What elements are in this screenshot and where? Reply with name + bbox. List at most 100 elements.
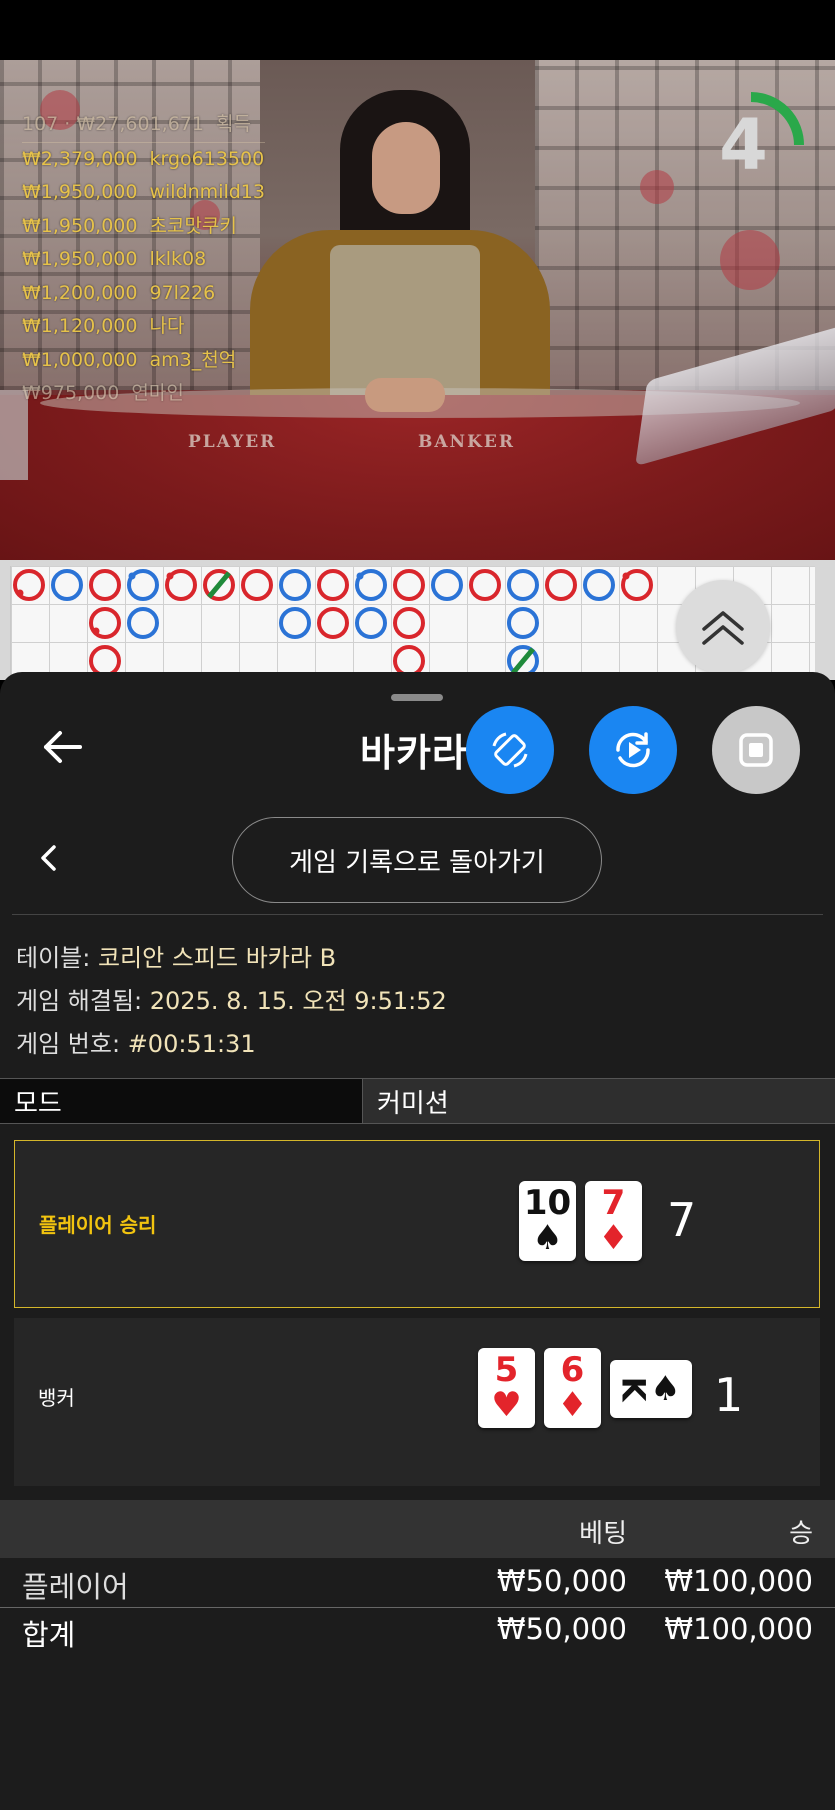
win-amount: ₩2,379,000	[22, 147, 138, 170]
banker-circle	[393, 645, 425, 677]
spade-icon: ♠	[650, 1369, 681, 1409]
username: 초코맛쿠키	[149, 214, 237, 237]
leaderboard-total: 107 · ₩27,601,671	[22, 113, 204, 135]
win-amount: ₩1,000,000	[22, 348, 138, 371]
win-amount: ₩975,000	[22, 382, 120, 404]
win-column-header: 승	[789, 1519, 813, 1549]
replay-button[interactable]	[589, 706, 677, 794]
win-amount: ₩100,000	[664, 1564, 813, 1598]
bet-name: 플레이어	[22, 1570, 129, 1604]
back-arrow-icon[interactable]	[40, 724, 86, 770]
username: am3_천억	[149, 348, 237, 371]
pair-dot	[16, 589, 24, 597]
leaderboard-row: ₩1,200,000 97l226	[22, 277, 265, 311]
resolved-value: 2025. 8. 15. 오전 9:51:52	[149, 987, 447, 1015]
player-circle	[507, 607, 539, 639]
username: 97l226	[149, 281, 216, 304]
banker-total: 1	[714, 1368, 744, 1422]
banker-circle	[393, 569, 425, 601]
table-info: 테이블: 코리안 스피드 바카라 B	[16, 938, 336, 973]
dealer-face	[372, 122, 440, 214]
banker-circle	[469, 569, 501, 601]
win-amount: ₩1,200,000	[22, 281, 138, 304]
sheet-title: 바카라	[360, 731, 468, 775]
felt-banker-label: BANKER	[418, 432, 515, 452]
resolved-info: 게임 해결됨: 2025. 8. 15. 오전 9:51:52	[16, 981, 447, 1016]
banker-circle	[89, 569, 121, 601]
playing-card: 7 ♦	[585, 1181, 642, 1261]
banker-circle	[89, 645, 121, 677]
heart-icon: ♥	[491, 1385, 522, 1425]
tie-slash	[207, 571, 231, 599]
expand-roads-button[interactable]	[676, 580, 770, 674]
mode-bar: 모드 커미션	[0, 1078, 835, 1124]
bet-amount: ₩50,000	[496, 1564, 627, 1598]
leaderboard-row: ₩1,950,000 wildnmild13	[22, 176, 265, 210]
total-label: 합계	[22, 1618, 76, 1652]
rotate-icon	[492, 732, 528, 768]
game-history-sheet: 바카라 게임 기록으로 돌아가기 테이블: 코리안 스피드 바카라 B 게임 해…	[0, 672, 835, 1810]
divider	[12, 914, 823, 915]
tie-slash	[511, 647, 535, 675]
mode-value: 커미션	[362, 1079, 835, 1123]
player-circle	[127, 607, 159, 639]
timer-seconds: 4	[719, 104, 768, 186]
bet-timer: 4	[696, 90, 806, 200]
diamond-icon: ♦	[598, 1218, 629, 1258]
resolved-label: 게임 해결됨:	[16, 987, 143, 1015]
total-win: ₩100,000	[664, 1612, 813, 1646]
stop-button[interactable]	[712, 706, 800, 794]
username: 연마인	[131, 382, 184, 404]
chevron-left-icon[interactable]	[34, 838, 64, 878]
pair-dot	[92, 627, 100, 635]
pair-dot	[128, 572, 136, 580]
card-rank: 6	[560, 1350, 585, 1390]
game-number-value: #00:51:31	[127, 1030, 256, 1058]
card-rank: 5	[494, 1350, 519, 1390]
card-rank: 10	[523, 1183, 572, 1223]
leaderboard-row: ₩1,000,000 am3_천억	[22, 344, 265, 378]
winners-leaderboard: 107 · ₩27,601,671 획득 ₩2,379,000 krgo61350…	[22, 108, 265, 411]
banker-circle	[317, 607, 349, 639]
player-total: 7	[667, 1193, 697, 1247]
playing-card: 6 ♦	[544, 1348, 601, 1428]
player-hand-row: 플레이어 승리 10 ♠ 7 ♦ 7	[14, 1140, 820, 1308]
username: lklk08	[149, 248, 207, 270]
bet-column-header: 베팅	[579, 1519, 627, 1549]
double-chevron-up-icon	[702, 611, 744, 645]
player-circle	[431, 569, 463, 601]
banker-circle	[241, 569, 273, 601]
diamond-icon: ♦	[557, 1385, 588, 1425]
banker-result-label: 뱅커	[38, 1386, 75, 1410]
username: 나다	[149, 315, 185, 337]
banker-hand-row: 뱅커 5 ♥ 6 ♦ K ♠ 1	[14, 1318, 820, 1486]
dealer-hands	[365, 378, 445, 412]
playing-card-sideways: K ♠	[610, 1360, 692, 1418]
stop-icon	[739, 733, 773, 767]
sheet-drag-handle[interactable]	[391, 694, 443, 701]
win-amount: ₩1,950,000	[22, 248, 138, 270]
table-label: 테이블:	[16, 944, 91, 972]
player-circle	[51, 569, 83, 601]
back-to-history-button[interactable]: 게임 기록으로 돌아가기	[232, 817, 602, 903]
leaderboard-row: ₩1,950,000 lklk08	[22, 243, 265, 277]
banker-circle	[393, 607, 425, 639]
playing-card: 5 ♥	[478, 1348, 535, 1428]
leaderboard-row: ₩2,379,000 krgo613500	[22, 143, 265, 177]
card-rank: K	[614, 1376, 653, 1402]
player-circle	[279, 569, 311, 601]
win-amount: ₩1,950,000	[22, 181, 138, 203]
username: wildnmild13	[149, 181, 265, 203]
pair-dot	[356, 572, 364, 580]
game-number-info: 게임 번호: #00:51:31	[16, 1024, 256, 1059]
rotate-screen-button[interactable]	[466, 706, 554, 794]
banker-circle	[317, 569, 349, 601]
player-circle	[279, 607, 311, 639]
spade-icon: ♠	[532, 1218, 563, 1258]
blossom-decor	[640, 170, 674, 204]
table-row: 합계 ₩50,000 ₩100,000	[0, 1608, 835, 1654]
win-amount: ₩1,950,000	[22, 214, 138, 237]
win-amount: ₩1,120,000	[22, 315, 138, 337]
playing-card: 10 ♠	[519, 1181, 576, 1261]
bets-table-header: 베팅 승	[0, 1500, 835, 1558]
